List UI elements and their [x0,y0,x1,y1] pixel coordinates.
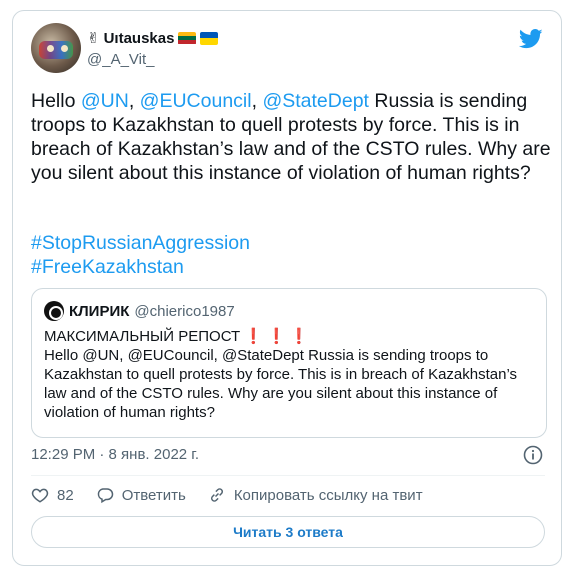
tweet-hashtags: #StopRussianAggression #FreeKazakhstan [31,231,250,279]
tweet-card: ✌ Uıtauskas @_A_Vit_ Hello @UN, @EUCounc… [12,10,562,566]
tweet-actions: 82 Ответить Копировать ссылку на твит [31,486,445,504]
quoted-tweet-text: МАКСИМАЛЬНЫЙ РЕПОСТ ❗❗❗ Hello @UN, @EUCo… [44,327,534,422]
victory-hand-emoji: ✌ [87,30,100,47]
quoted-author-name[interactable]: КЛИРИК [69,303,129,320]
author-avatar[interactable] [31,23,81,73]
heart-icon [31,488,49,503]
hashtag-free-kazakhstan[interactable]: #FreeKazakhstan [31,255,250,279]
reply-icon [97,488,113,504]
author-handle[interactable]: @_A_Vit_ [87,51,218,68]
read-replies-button[interactable]: Читать 3 ответа [31,516,545,548]
quoted-body: Hello @UN, @EUCouncil, @StateDept Russia… [44,347,518,421]
reply-button[interactable]: Ответить [96,486,186,504]
author-info[interactable]: ✌ Uıtauskas @_A_Vit_ [87,27,219,68]
copy-link-button[interactable]: Копировать ссылку на твит [208,486,423,504]
mention-eucouncil[interactable]: @EUCouncil [140,90,252,112]
divider [31,475,545,476]
info-icon[interactable] [523,445,543,465]
exclamation-marks: ❗❗❗ [244,328,313,345]
quoted-tweet[interactable]: КЛИРИК @chierico1987 МАКСИМАЛЬНЫЙ РЕПОСТ… [31,288,547,438]
hashtag-stop-russian-aggression[interactable]: #StopRussianAggression [31,231,250,255]
twitter-bird-icon[interactable] [519,29,543,49]
author-display-name[interactable]: Uıtauskas [104,30,175,47]
tweet-text: Hello @UN, @EUCouncil, @StateDept Russia… [31,90,551,184]
tweet-timestamp[interactable]: 12:29 PM · 8 янв. 2022 г. [31,446,199,463]
copy-link-label: Копировать ссылку на твит [233,486,423,504]
quoted-author-avatar[interactable] [44,301,64,321]
reply-label: Ответить [121,486,186,504]
link-icon [210,488,223,502]
quoted-title: МАКСИМАЛЬНЫЙ РЕПОСТ [44,328,241,345]
quoted-author-handle[interactable]: @chierico1987 [134,303,234,320]
ukraine-flag-icon [200,31,219,45]
like-button[interactable]: 82 [31,486,74,504]
mention-un[interactable]: @UN [81,90,129,112]
lithuania-flag-icon [178,31,197,45]
like-count: 82 [57,486,74,504]
mention-statedept[interactable]: @StateDept [262,90,369,112]
